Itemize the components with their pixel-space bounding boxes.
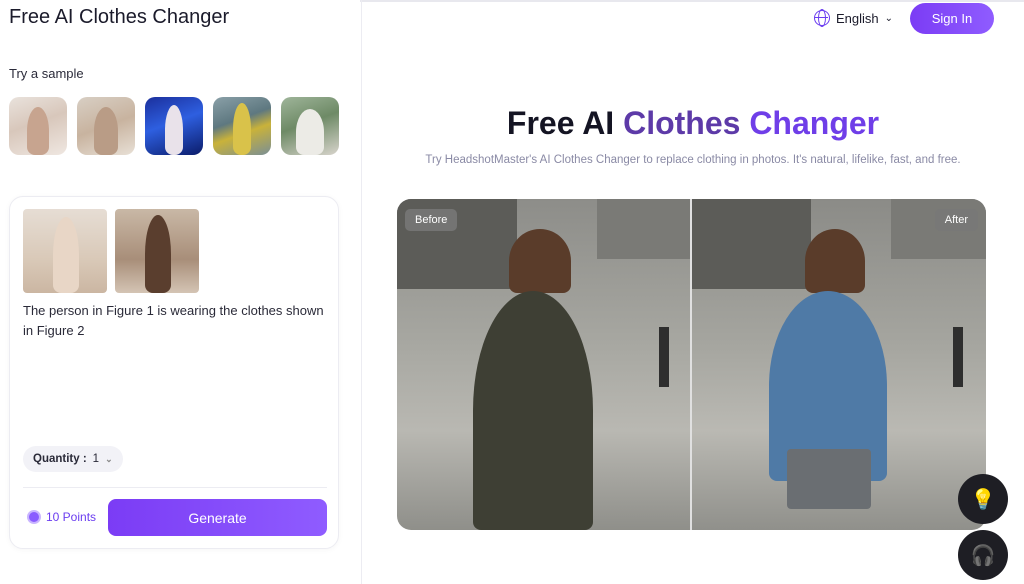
hero-subtitle: Try HeadshotMaster's AI Clothes Changer …: [425, 154, 961, 166]
sample-thumbnail-1[interactable]: [9, 97, 67, 155]
hero-title-part-2: Clothes: [623, 105, 750, 141]
app-title: Free AI Clothes Changer: [9, 6, 230, 28]
sample-thumbnail-3[interactable]: [145, 97, 203, 155]
tips-button[interactable]: 💡: [958, 474, 1008, 524]
quantity-value: 1: [92, 453, 100, 465]
sample-label: Try a sample: [9, 66, 84, 81]
coin-icon: [27, 510, 41, 524]
points-label: 10 Points: [46, 510, 97, 524]
before-after-comparison[interactable]: Before After: [397, 199, 986, 530]
quantity-select[interactable]: Quantity : 1 ⌄: [23, 446, 123, 472]
before-image: [397, 199, 691, 530]
after-label: After: [934, 209, 978, 231]
before-label: Before: [405, 209, 458, 231]
chevron-down-icon: ⌄: [105, 453, 113, 464]
hero-title-part-3: Changer: [749, 105, 880, 141]
quantity-label: Quantity :: [33, 453, 87, 465]
sample-thumbnail-2[interactable]: [77, 97, 135, 155]
left-panel: Free AI Clothes Changer Try a sample The…: [0, 0, 362, 584]
divider: [23, 487, 327, 488]
sample-thumbnail-4[interactable]: [213, 97, 271, 155]
generate-button[interactable]: Generate: [108, 499, 327, 536]
points-indicator: 10 Points: [27, 510, 96, 524]
reference-images: [23, 209, 199, 293]
globe-icon: [814, 9, 830, 28]
sample-list: [9, 97, 339, 155]
figure-2-image[interactable]: [115, 209, 199, 293]
headset-icon: 🎧: [970, 544, 996, 567]
language-label: English: [836, 10, 879, 26]
sample-thumbnail-5[interactable]: [281, 97, 339, 155]
hero-title: Free AI Clothes Changer: [362, 105, 1024, 142]
after-image: [691, 199, 986, 530]
prompt-text[interactable]: The person in Figure 1 is wearing the cl…: [23, 301, 328, 341]
support-button[interactable]: 🎧: [958, 530, 1008, 580]
language-selector[interactable]: English ⌄: [814, 9, 894, 28]
top-border: [360, 0, 1024, 2]
editor-card: The person in Figure 1 is wearing the cl…: [9, 196, 339, 549]
lightbulb-icon: 💡: [970, 488, 996, 511]
sign-in-button[interactable]: Sign In: [910, 3, 994, 34]
comparison-divider-handle[interactable]: [690, 199, 692, 530]
figure-1-image[interactable]: [23, 209, 107, 293]
hero-title-part-1: Free AI: [506, 105, 624, 141]
chevron-down-icon: ⌄: [884, 12, 894, 24]
